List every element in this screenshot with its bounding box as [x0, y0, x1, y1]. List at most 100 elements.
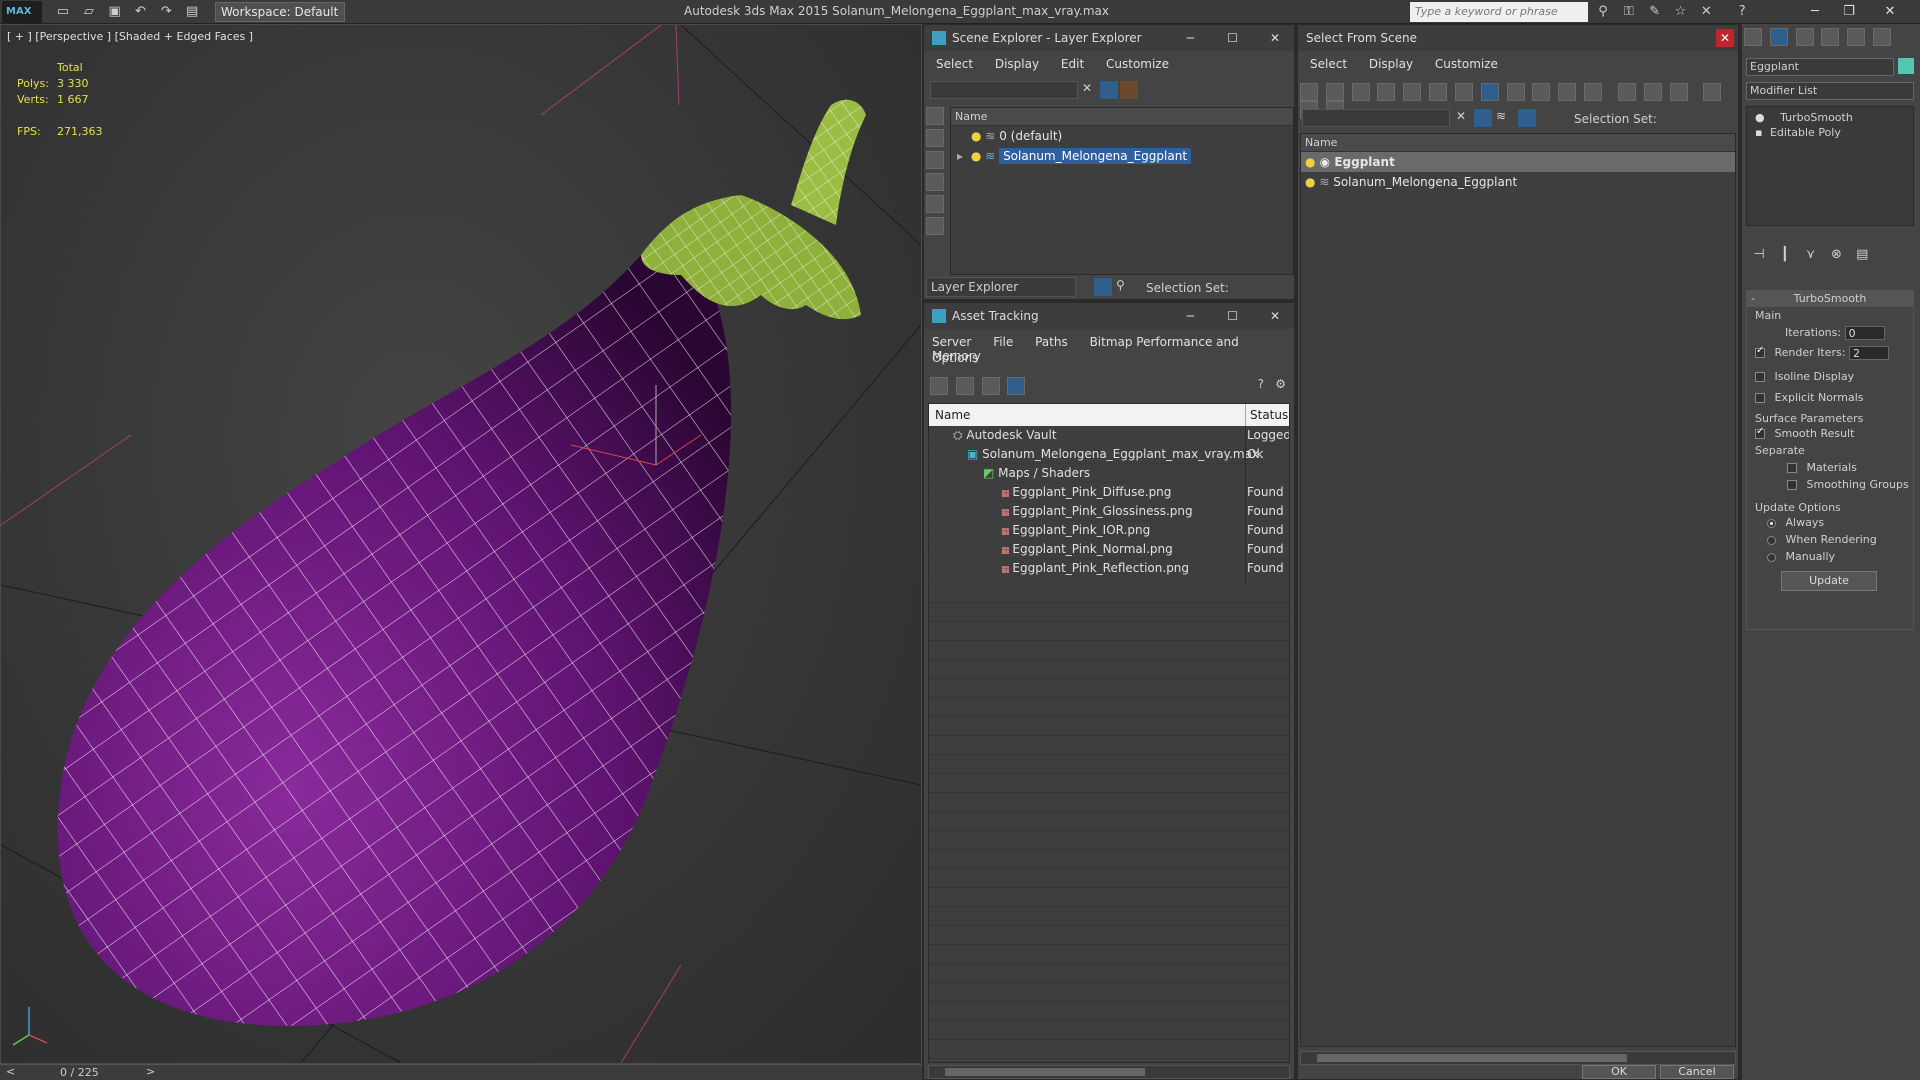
menu-file[interactable]: File: [993, 335, 1013, 349]
pin-stack-icon[interactable]: ⊣: [1748, 244, 1770, 266]
render-iters-spinner[interactable]: 2: [1848, 346, 1889, 360]
new-file-icon[interactable]: ▭: [52, 1, 74, 23]
column-header-name[interactable]: Name: [951, 108, 1293, 126]
maximize-icon[interactable]: ☐: [1227, 25, 1238, 51]
motion-tab-icon[interactable]: [1821, 28, 1840, 46]
manually-radio[interactable]: [1767, 552, 1776, 562]
display-spacewarps-icon[interactable]: [926, 217, 944, 235]
object-color-swatch[interactable]: [1898, 58, 1914, 74]
cancel-button[interactable]: Cancel: [1660, 1065, 1734, 1079]
select-all-icon[interactable]: [1617, 83, 1636, 101]
frozen-filter-icon[interactable]: [1558, 83, 1577, 101]
asset-row-texture[interactable]: ▦ Eggplant_Pink_IOR.png Found: [929, 521, 1289, 540]
menu-server[interactable]: Server: [932, 335, 971, 349]
display-tab-icon[interactable]: [1847, 28, 1866, 46]
star-icon[interactable]: ☆: [1669, 1, 1691, 23]
object-row-layer[interactable]: ● ≋ Solanum_Melongena_Eggplant: [1301, 172, 1735, 192]
invert-selection-icon[interactable]: [1669, 83, 1688, 101]
close-icon[interactable]: ✕: [1270, 303, 1280, 329]
render-iters-checkbox[interactable]: [1755, 345, 1765, 358]
show-end-result-icon[interactable]: ┃: [1774, 244, 1796, 266]
redo-icon[interactable]: ↷: [155, 1, 177, 23]
menu-display[interactable]: Display: [1369, 57, 1413, 71]
asset-row-vault[interactable]: ⛭ Autodesk Vault Logged: [929, 426, 1289, 445]
asset-row-texture[interactable]: ▦ Eggplant_Pink_Diffuse.png Found: [929, 483, 1289, 502]
list-view-icon[interactable]: [955, 377, 974, 395]
isoline-checkbox[interactable]: [1755, 372, 1765, 382]
create-tab-icon[interactable]: [1744, 28, 1762, 46]
lightbulb-icon[interactable]: ●: [971, 129, 981, 143]
modifier-list-dropdown[interactable]: Modifier List: [1746, 82, 1914, 100]
shapes-filter-icon[interactable]: [1325, 83, 1344, 101]
remove-modifier-icon[interactable]: ⊗: [1825, 244, 1847, 266]
layers-icon[interactable]: ≋: [1496, 109, 1514, 127]
rollout-header[interactable]: - TurboSmooth: [1747, 291, 1913, 307]
hierarchy-tab-icon[interactable]: [1795, 28, 1814, 46]
asset-settings-icon[interactable]: ⚙: [1275, 377, 1286, 391]
key-icon[interactable]: ⚿: [1618, 1, 1640, 23]
materials-checkbox[interactable]: [1787, 463, 1797, 473]
display-cameras-icon[interactable]: [926, 173, 944, 191]
open-file-icon[interactable]: ▱: [78, 1, 100, 23]
geometry-filter-icon[interactable]: [1300, 83, 1318, 101]
expand-arrow-icon[interactable]: ▸: [957, 149, 963, 163]
clear-search-icon[interactable]: ✕: [1082, 81, 1092, 95]
cameras-filter-icon[interactable]: [1377, 83, 1396, 101]
select-from-scene-titlebar[interactable]: Select From Scene ✕: [1298, 25, 1738, 51]
menu-select[interactable]: Select: [1310, 57, 1347, 71]
expand-icon[interactable]: ▪: [1755, 126, 1762, 139]
save-icon[interactable]: ▣: [104, 1, 126, 23]
when-rendering-radio[interactable]: [1767, 535, 1776, 545]
minimize-icon[interactable]: ─: [1187, 303, 1194, 329]
asset-row-texture[interactable]: ▦ Eggplant_Pink_Glossiness.png Found: [929, 502, 1289, 521]
hierarchy-icon[interactable]: ⚲: [1116, 278, 1134, 296]
lightbulb-icon[interactable]: ●: [1305, 155, 1315, 169]
close-button[interactable]: ✕: [1875, 0, 1905, 24]
asset-tracking-titlebar[interactable]: Asset Tracking ─ ☐ ✕: [924, 303, 1294, 329]
menu-display[interactable]: Display: [995, 57, 1039, 71]
detail-view-icon[interactable]: [981, 377, 1000, 395]
refresh-icon[interactable]: [930, 377, 948, 395]
explicit-normals-checkbox[interactable]: [1755, 393, 1765, 403]
select-horizontal-scrollbar[interactable]: [1300, 1051, 1736, 1065]
object-row-eggplant[interactable]: ● ◉ Eggplant: [1301, 152, 1735, 172]
display-lights-icon[interactable]: [926, 151, 944, 169]
prev-frame-icon[interactable]: <: [6, 1065, 15, 1078]
object-name-field[interactable]: Eggplant: [1746, 58, 1894, 76]
menu-customize[interactable]: Customize: [1435, 57, 1498, 71]
next-frame-icon[interactable]: >: [146, 1065, 155, 1078]
tree-row-eggplant-layer[interactable]: ▸ ● ≋ Solanum_Melongena_Eggplant: [951, 146, 1293, 166]
column-header-status[interactable]: Status: [1245, 404, 1289, 426]
stack-item-turbosmooth[interactable]: ● TurboSmooth: [1747, 107, 1913, 124]
asset-row-texture[interactable]: ▦ Eggplant_Pink_Normal.png Found: [929, 540, 1289, 559]
select-none-icon[interactable]: [1643, 83, 1662, 101]
close-icon[interactable]: ✕: [1270, 25, 1280, 51]
spacewarps-filter-icon[interactable]: [1429, 83, 1448, 101]
helpers-filter-icon[interactable]: [1403, 83, 1422, 101]
modify-tab-icon[interactable]: [1769, 28, 1788, 46]
app-logo[interactable]: MAX: [2, 1, 42, 23]
xrefs-filter-icon[interactable]: [1480, 83, 1499, 101]
menu-edit[interactable]: Edit: [1061, 57, 1084, 71]
eggplant-model[interactable]: [1, 25, 921, 1063]
display-shapes-icon[interactable]: [926, 129, 944, 147]
lightbulb-icon[interactable]: ●: [971, 149, 981, 163]
scrollbar-thumb[interactable]: [1317, 1054, 1627, 1062]
scrollbar-thumb[interactable]: [945, 1068, 1145, 1076]
close-icon[interactable]: ✕: [1716, 29, 1734, 47]
help-icon[interactable]: ?: [1731, 1, 1753, 23]
utilities-tab-icon[interactable]: [1873, 28, 1892, 46]
time-slider[interactable]: < 0 / 225 >: [0, 1064, 922, 1080]
binoculars-icon[interactable]: ⚲: [1592, 1, 1614, 23]
workspace-dropdown[interactable]: Workspace: Default: [215, 2, 345, 22]
column-header-name[interactable]: Name: [1301, 134, 1735, 152]
bones-filter-icon[interactable]: [1506, 83, 1525, 101]
asset-row-texture[interactable]: ▦ Eggplant_Pink_Reflection.png Found: [929, 559, 1289, 578]
tools-icon[interactable]: ✎: [1644, 1, 1666, 23]
undo-icon[interactable]: ↶: [129, 1, 151, 23]
asset-horizontal-scrollbar[interactable]: [928, 1065, 1290, 1079]
minimize-button[interactable]: ─: [1800, 0, 1830, 24]
make-unique-icon[interactable]: ⋎: [1800, 244, 1822, 266]
hidden-filter-icon[interactable]: [1584, 83, 1603, 101]
minimize-icon[interactable]: ─: [1187, 25, 1194, 51]
